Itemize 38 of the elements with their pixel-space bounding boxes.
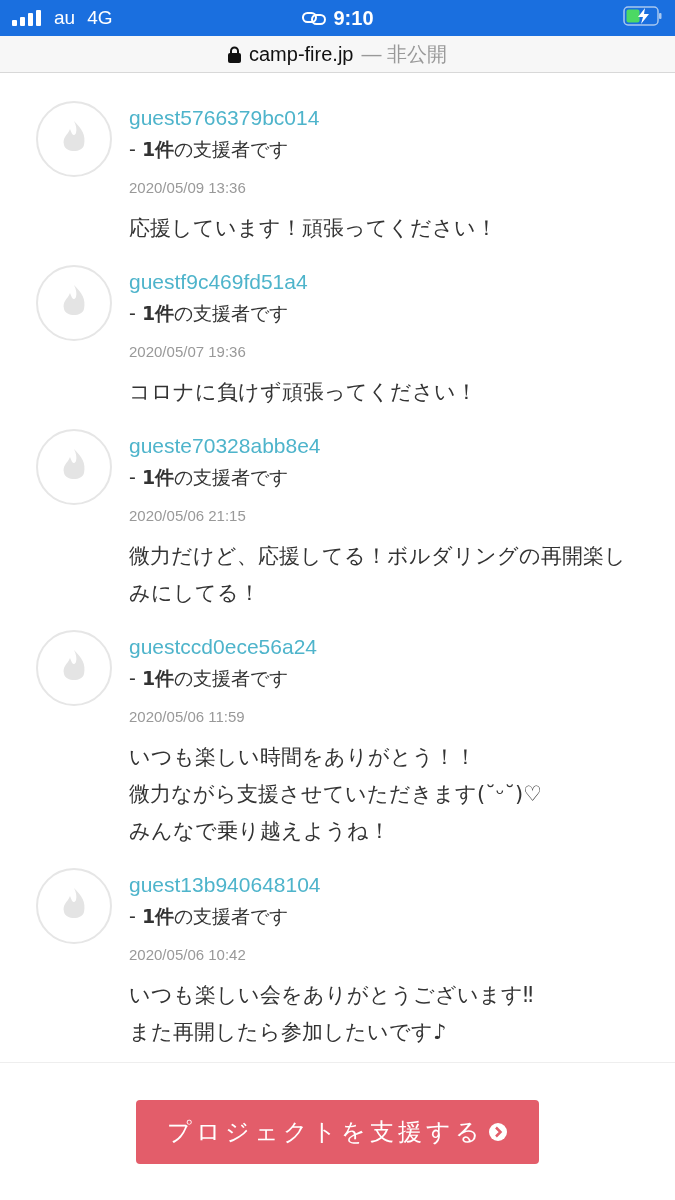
supporter-text: - 1件の支援者です bbox=[129, 301, 289, 326]
comment-date: 2020/05/06 10:42 bbox=[129, 945, 246, 965]
username-link[interactable]: guest5766379bc014 bbox=[129, 103, 320, 133]
avatar-icon bbox=[36, 630, 112, 706]
supporter-text: - 1件の支援者です bbox=[129, 666, 289, 691]
username-link[interactable]: guestccd0ece56a24 bbox=[129, 632, 317, 662]
chevron-right-icon bbox=[488, 1122, 508, 1142]
avatar-icon bbox=[36, 429, 112, 505]
comment-text: また再開したら参加したいです♪ bbox=[129, 1019, 448, 1046]
username-link[interactable]: guestf9c469fd51a4 bbox=[129, 267, 308, 297]
clock-time: 9:10 bbox=[333, 6, 374, 30]
avatar-icon bbox=[36, 265, 112, 341]
comment-text: いつも楽しい会をありがとうございます‼ bbox=[129, 982, 535, 1009]
supporter-text: - 1件の支援者です bbox=[129, 465, 289, 490]
comment-text: みんなで乗り越えようね！ bbox=[129, 818, 391, 845]
comment-text: コロナに負けず頑張ってください！ bbox=[129, 379, 478, 406]
username-link[interactable]: guest13b940648104 bbox=[129, 870, 321, 900]
lock-icon bbox=[227, 45, 241, 63]
avatar-icon bbox=[36, 868, 112, 944]
support-project-button[interactable]: プロジェクトを支援する bbox=[136, 1100, 539, 1164]
comment-text: 微力ながら支援させていただきます(˘ᵕ˘)♡ bbox=[129, 781, 543, 808]
privacy-label: — 非公開 bbox=[361, 41, 447, 67]
username-link[interactable]: gueste70328abb8e4 bbox=[129, 431, 321, 461]
comment-date: 2020/05/07 19:36 bbox=[129, 342, 246, 362]
comment-text: 微力だけど、応援してる！ボルダリングの再開楽しみにしてる！ bbox=[129, 543, 627, 607]
domain-text[interactable]: camp-fire.jp bbox=[248, 42, 354, 66]
comment-text: いつも楽しい時間をありがとう！！ bbox=[129, 744, 477, 771]
comment-date: 2020/05/06 11:59 bbox=[129, 707, 245, 727]
comment-date: 2020/05/06 21:15 bbox=[129, 506, 246, 526]
comment-date: 2020/05/09 13:36 bbox=[129, 178, 246, 198]
carrier-label: au bbox=[54, 7, 76, 29]
supporter-text: - 1件の支援者です bbox=[129, 904, 289, 929]
signal-icon bbox=[12, 10, 42, 26]
avatar-icon bbox=[36, 101, 112, 177]
network-label: 4G bbox=[87, 7, 113, 29]
link-icon bbox=[301, 11, 326, 25]
comment-text: 応援しています！頑張ってください！ bbox=[129, 215, 498, 242]
supporter-text: - 1件の支援者です bbox=[129, 137, 289, 162]
